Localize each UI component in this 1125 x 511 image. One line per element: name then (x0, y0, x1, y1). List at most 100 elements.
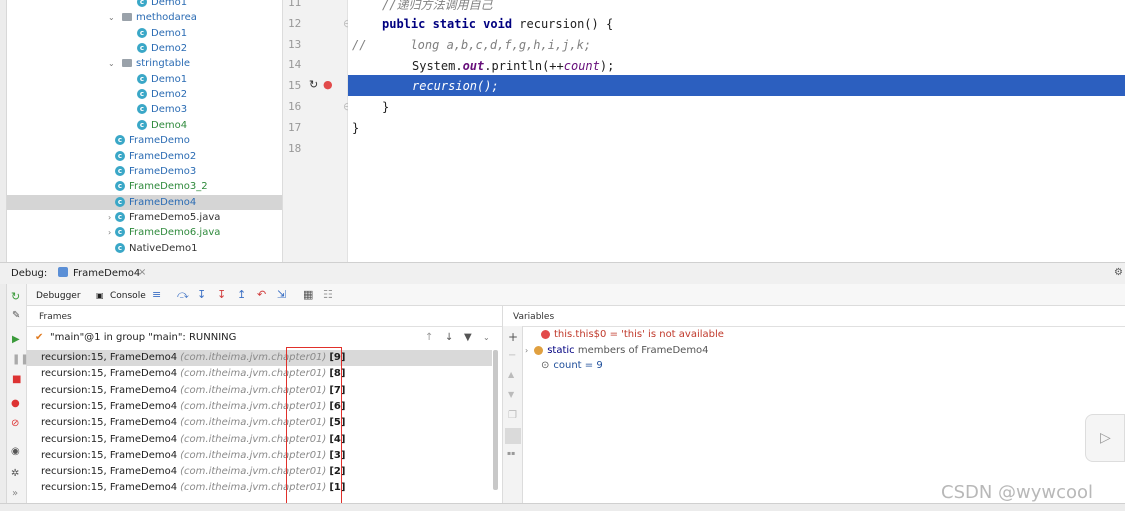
run-config-icon (58, 267, 68, 277)
frame-method: recursion:15, FrameDemo4 (41, 384, 178, 396)
frame-row[interactable]: recursion:15, FrameDemo4 (com.itheima.jvm… (27, 480, 492, 496)
code-line-17: } (352, 121, 360, 135)
chevron-down-icon[interactable]: ⌄ (108, 56, 120, 71)
step-out-icon[interactable]: ↥ (237, 289, 246, 301)
chevron-right-icon[interactable]: › (108, 210, 120, 225)
frame-row[interactable]: recursion:15, FrameDemo4 (com.itheima.jvm… (27, 415, 492, 431)
frame-row[interactable]: recursion:15, FrameDemo4 (com.itheima.jvm… (27, 432, 492, 448)
gear-icon[interactable]: ✲ (11, 468, 19, 479)
tree-item-framedemo4[interactable]: c FrameDemo4 (7, 194, 282, 210)
var-row-this[interactable]: this.this$0 = 'this' is not available (525, 327, 724, 342)
class-icon: c (137, 0, 147, 7)
var-row-static[interactable]: › static members of FrameDemo4 (525, 343, 709, 358)
project-tree: c Demo1 ⌄ methodarea c Demo1 c Demo2 ⌄ stringtabl… (7, 0, 283, 262)
tree-item-framedemo3[interactable]: c FrameDemo3 (115, 164, 196, 179)
debug-toolbar: Debugger ▣ Console ≡ ⤼ ↧ ↧ ↥ ↶ ⇲ ▦ ☷ (7, 284, 1125, 306)
highlight-box (286, 347, 342, 509)
tree-item-demo1[interactable]: c Demo1 (137, 72, 187, 87)
down-arrow-icon[interactable]: ↓ (445, 328, 453, 348)
tree-item-label: FrameDemo5.java (129, 211, 221, 223)
close-tab-icon[interactable]: × (138, 267, 146, 278)
stop-icon[interactable]: ■ (12, 374, 21, 385)
watches-toggle-icon[interactable] (505, 428, 521, 444)
step-into-icon[interactable]: ↧ (197, 289, 206, 301)
tree-item-framedemo6-java[interactable]: › c FrameDemo6.java (108, 225, 220, 240)
var-row-count[interactable]: ⊙ count = 9 (525, 358, 603, 373)
frame-row[interactable]: recursion:15, FrameDemo4 (com.itheima.jvm… (27, 448, 492, 464)
debugger-tab[interactable]: Debugger (36, 290, 81, 302)
video-play-overlay[interactable]: ▷ (1085, 414, 1125, 462)
filter-icon[interactable]: ▼ (464, 328, 472, 348)
chevron-down-icon[interactable]: ⌄ (108, 10, 120, 25)
force-step-into-icon[interactable]: ↧ (217, 289, 226, 301)
debug-tab-framedemo4[interactable]: FrameDemo4 (73, 268, 140, 279)
tree-item-label: Demo1 (151, 0, 188, 8)
tree-item-label: stringtable (136, 58, 191, 70)
tree-item-demo1[interactable]: c Demo1 (137, 26, 187, 41)
frame-row[interactable]: recursion:15, FrameDemo4 (com.itheima.jvm… (27, 366, 492, 382)
up-arrow-icon[interactable]: ↑ (425, 328, 433, 348)
run-to-cursor-icon[interactable]: ⇲ (277, 289, 286, 301)
frame-method: recursion:15, FrameDemo4 (41, 482, 178, 494)
tree-item-demo3[interactable]: c Demo3 (137, 102, 187, 117)
tree-item-nativedemo1[interactable]: c NativeDemo1 (115, 241, 197, 256)
mute-breakpoints-icon[interactable]: ⊘ (11, 418, 19, 429)
tree-item-label: FrameDemo2 (129, 150, 197, 162)
step-over-icon[interactable]: ⤼ (177, 289, 189, 301)
left-tool-strip[interactable] (0, 0, 7, 511)
tree-item-demo2[interactable]: c Demo2 (137, 87, 187, 102)
evaluate-expression-icon[interactable]: ▦ (303, 289, 313, 301)
frame-row[interactable]: recursion:15, FrameDemo4 (com.itheima.jvm… (27, 383, 492, 399)
more-icon[interactable]: » (12, 488, 18, 499)
class-icon: c (137, 43, 147, 54)
frames-scrollbar[interactable] (493, 350, 498, 490)
frame-step-icon[interactable]: ↻ (309, 78, 318, 91)
frames-panel: Frames ✔ "main"@1 in group "main": RUNNI… (27, 306, 502, 511)
variables-panel: Variables + − ▲ ▼ ❐ ▪▪ this.this$0 = 'th… (502, 306, 1125, 511)
wrench-icon[interactable]: ✎ (12, 310, 20, 321)
binary-icon[interactable]: ▪▪ (507, 450, 515, 457)
duplicate-icon[interactable]: ❐ (508, 410, 517, 421)
console-icon: ▣ (96, 291, 104, 300)
play-icon[interactable]: ▷ (1100, 430, 1111, 446)
trace-icon[interactable]: ☷ (323, 289, 333, 301)
tree-item-label: Demo2 (151, 43, 188, 55)
resume-icon[interactable]: ▶ (12, 334, 20, 345)
breakpoint-icon[interactable]: ● (323, 78, 333, 91)
frame-row[interactable]: recursion:15, FrameDemo4 (com.itheima.jvm… (27, 350, 492, 366)
chevron-down-icon[interactable]: ⌄ (483, 328, 490, 348)
code-editor[interactable]: //递归方法调用自己 public static void recursion(… (348, 0, 1125, 262)
tree-item-framedemo5-java[interactable]: › c FrameDemo5.java (108, 210, 221, 225)
tree-item-framedemo[interactable]: c FrameDemo (115, 133, 190, 148)
tree-item-framedemo2[interactable]: c FrameDemo2 (115, 149, 196, 164)
frame-method: recursion:15, FrameDemo4 (41, 433, 178, 445)
debug-title-bar: Debug: FrameDemo4 × ⚙ (0, 262, 1125, 284)
settings-gear-icon[interactable]: ⚙ (1114, 267, 1123, 278)
rerun-icon[interactable]: ↻ (11, 290, 20, 303)
layout-menu-icon[interactable]: ≡ (152, 289, 161, 301)
camera-icon[interactable]: ◉ (11, 446, 20, 457)
frame-method: recursion:15, FrameDemo4 (41, 417, 178, 429)
chevron-right-icon[interactable]: › (108, 225, 120, 240)
drop-frame-icon[interactable]: ↶ (257, 289, 266, 301)
code-line-13: //long a,b,c,d,f,g,h,i,j,k; (352, 38, 592, 52)
line-number: 17 (288, 120, 302, 134)
tree-item-stringtable[interactable]: ⌄ stringtable (108, 56, 191, 71)
tree-item-demo4[interactable]: c Demo4 (137, 118, 187, 133)
remove-watch-icon[interactable]: − (508, 350, 516, 361)
move-up-icon[interactable]: ▲ (508, 370, 514, 379)
frame-row[interactable]: recursion:15, FrameDemo4 (com.itheima.jvm… (27, 464, 492, 480)
add-watch-icon[interactable]: + (508, 330, 518, 344)
line-number: 11 (288, 0, 302, 9)
console-tab[interactable]: Console (110, 290, 146, 302)
tree-item-framedemo3-2[interactable]: c FrameDemo3_2 (115, 179, 208, 194)
frame-row[interactable]: recursion:15, FrameDemo4 (com.itheima.jvm… (27, 399, 492, 415)
move-down-icon[interactable]: ▼ (508, 390, 514, 399)
tree-item-label: Demo4 (151, 119, 188, 131)
thread-selector[interactable]: ✔ "main"@1 in group "main": RUNNING ↑ ↓ … (27, 328, 502, 348)
tree-item-methodarea[interactable]: ⌄ methodarea (108, 10, 197, 25)
tree-item-demo1[interactable]: c Demo1 (137, 0, 187, 10)
view-breakpoints-icon[interactable]: ● (11, 398, 20, 409)
tree-item-label: Demo1 (151, 73, 188, 85)
tree-item-demo2[interactable]: c Demo2 (137, 41, 187, 56)
